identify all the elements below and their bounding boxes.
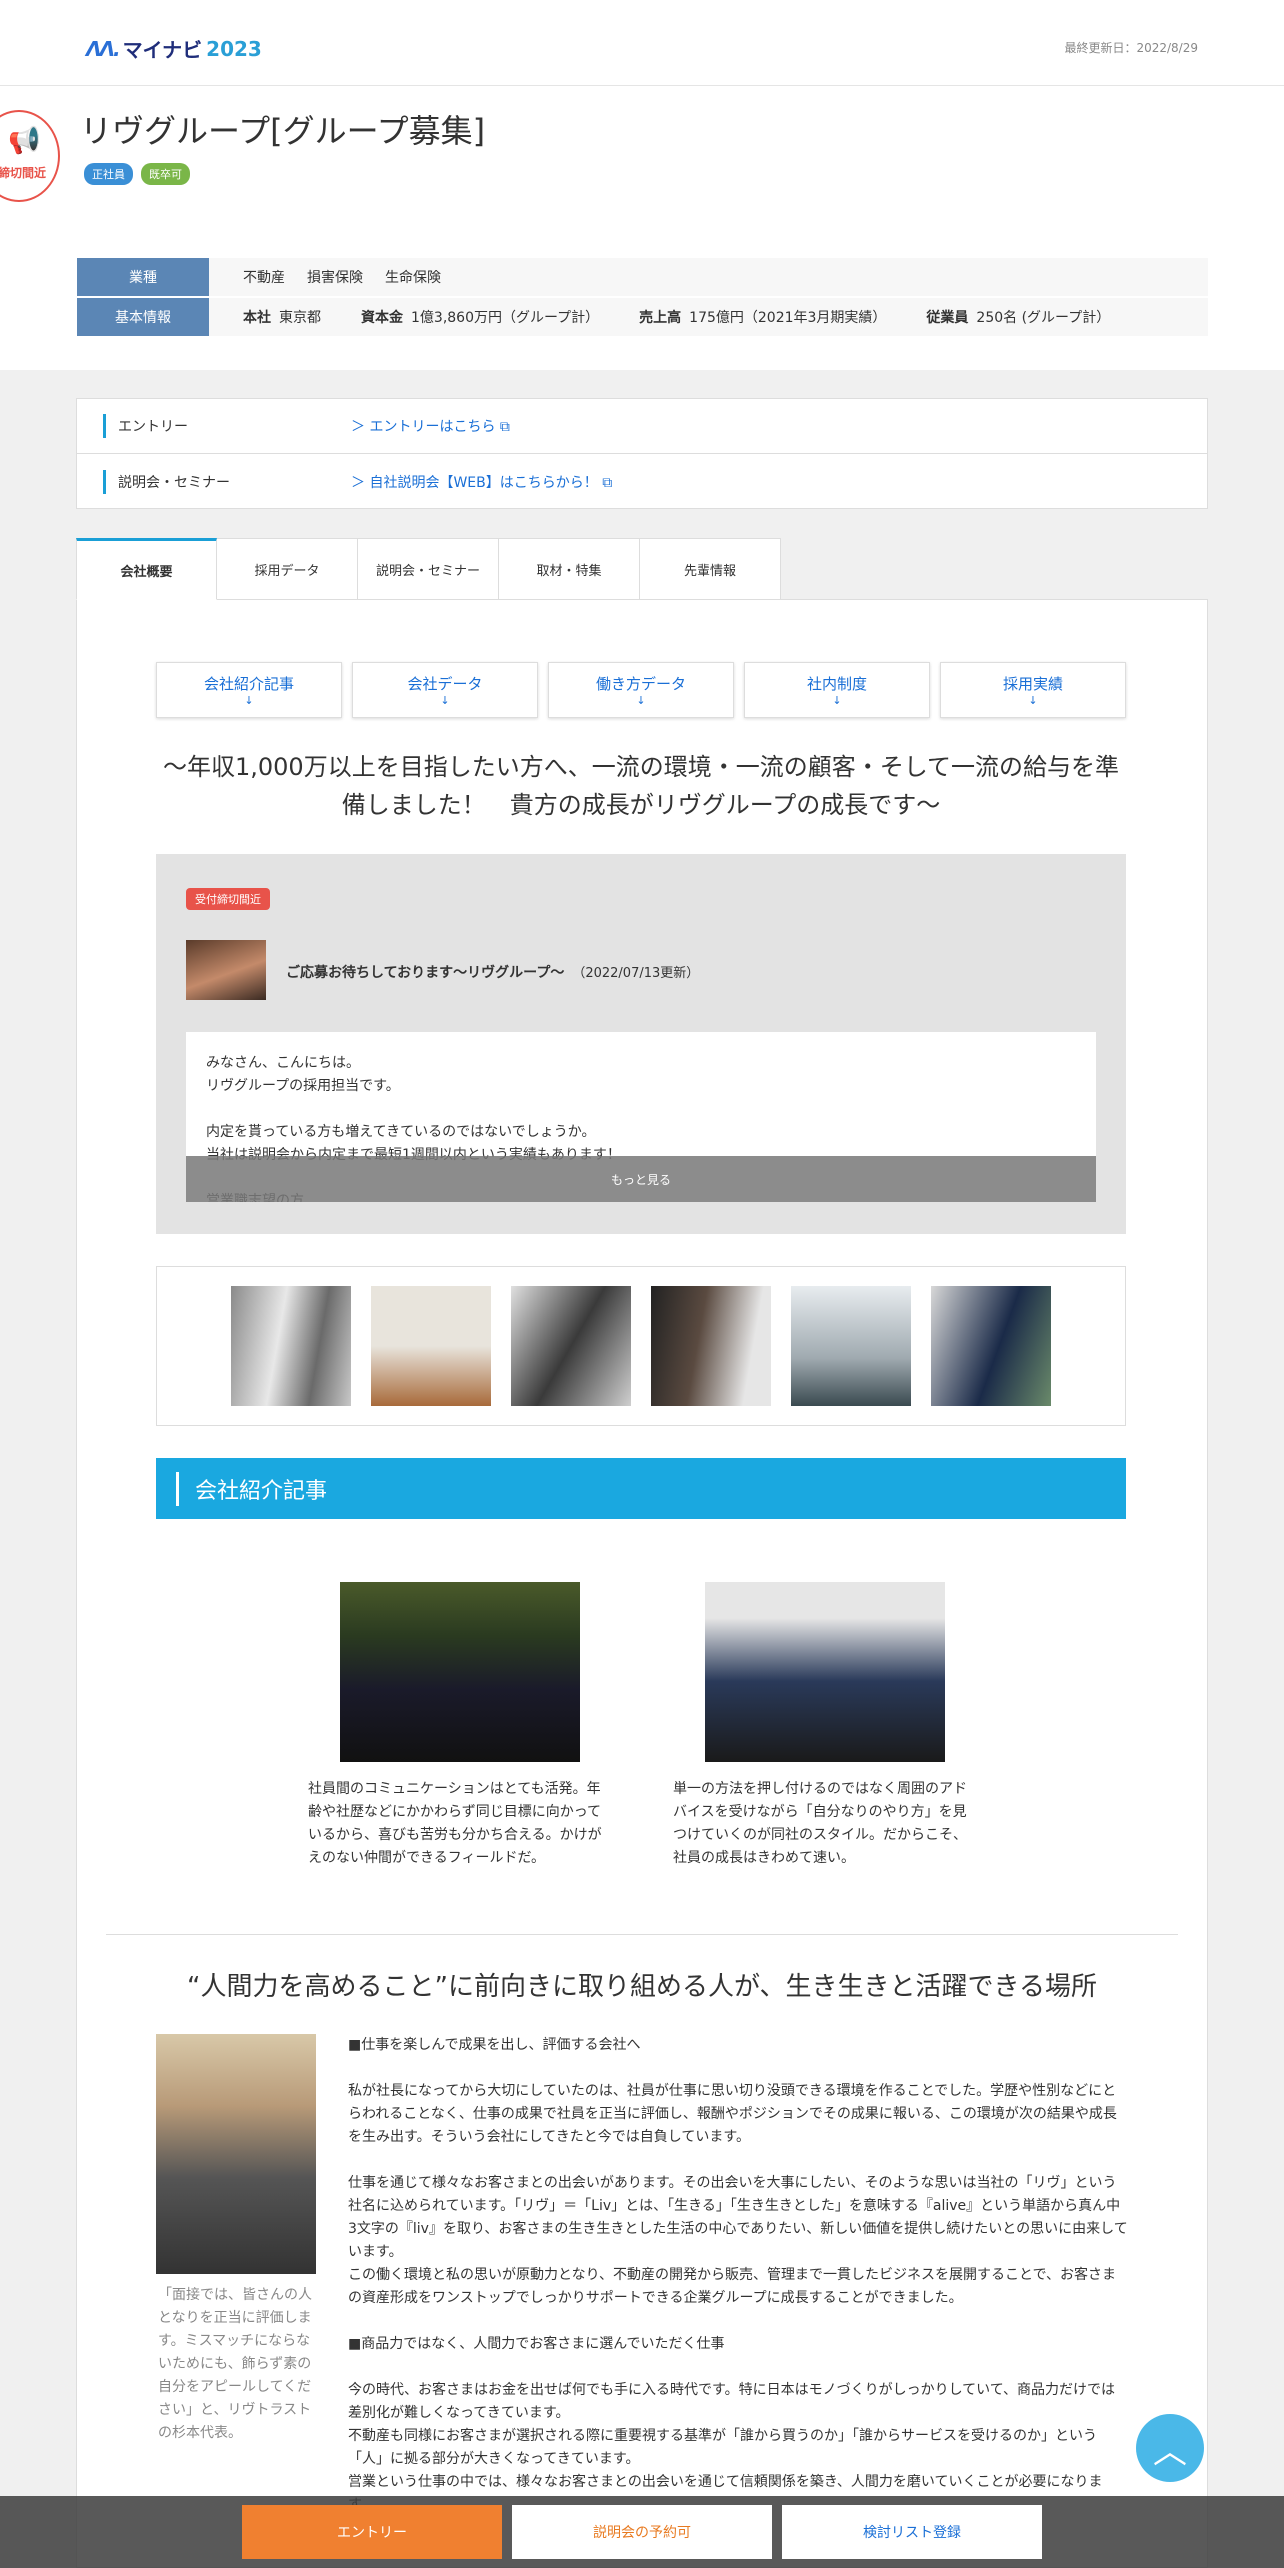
entry-button[interactable]: エントリー — [242, 2505, 502, 2559]
arrow-down-icon: ↓ — [1028, 694, 1038, 707]
arrow-down-icon: ↓ — [244, 694, 254, 707]
tab-seniors[interactable]: 先輩情報 — [640, 538, 781, 600]
job-tags: 正社員 既卒可 — [84, 163, 190, 185]
tab-seminars[interactable]: 説明会・セミナー — [358, 538, 499, 600]
seminar-reserve-button[interactable]: 説明会の予約可 — [512, 2505, 772, 2559]
deadline-badge: 受付締切間近 — [186, 888, 270, 910]
article-card[interactable]: 社員間のコミュニケーションはとても活発。年齢や社歴などにかかわらず同じ目標に向か… — [308, 1582, 608, 1870]
gallery-photo-pc-work[interactable] — [931, 1286, 1051, 1406]
add-to-list-button[interactable]: 検討リスト登録 — [782, 2505, 1042, 2559]
header-divider — [0, 85, 1284, 86]
article-photo-team[interactable] — [340, 1582, 580, 1762]
arrow-down-icon: ↓ — [440, 694, 450, 707]
tag-graduates-ok: 既卒可 — [141, 163, 190, 185]
mynavi-logo[interactable]: ɅɅ. マイナビ 2023 — [86, 34, 262, 63]
industry-item: 損害保険 — [307, 270, 363, 286]
tab-recruit-data[interactable]: 採用データ — [217, 538, 358, 600]
quick-links: エントリー ＞ エントリーはこちら ⧉ 説明会・セミナー ＞ 自社説明会【WEB… — [76, 398, 1208, 509]
photo-gallery — [156, 1266, 1126, 1426]
deadline-stamp-label: 締切間近 — [0, 166, 47, 180]
gallery-photo-desk[interactable] — [651, 1286, 771, 1406]
entry-link[interactable]: ＞ エントリーはこちら ⧉ — [351, 416, 510, 436]
anchor-company-data[interactable]: 会社データ ↓ — [352, 662, 538, 718]
recruiter-avatar — [186, 940, 266, 1000]
bottom-action-bar: エントリー 説明会の予約可 検討リスト登録 — [0, 2496, 1284, 2568]
industry-values: 不動産 損害保険 生命保険 — [209, 267, 441, 287]
chevron-up-icon: ︿ — [1153, 2431, 1187, 2472]
arrow-down-icon: ↓ — [832, 694, 842, 707]
logo-name: マイナビ — [122, 38, 203, 62]
company-tabs: 会社概要 採用データ 説明会・セミナー 取材・特集 先輩情報 — [76, 538, 781, 600]
section-divider — [106, 1934, 1178, 1935]
gallery-photo-meeting[interactable] — [511, 1286, 631, 1406]
tag-fulltime: 正社員 — [84, 163, 133, 185]
last-updated: 最終更新日：2022/8/29 — [1064, 41, 1198, 55]
gallery-photo-building[interactable] — [231, 1286, 351, 1406]
feature-headline: “人間力を高めること”に前向きに取り組める人が、生き生きと活躍できる場所 — [187, 1972, 1097, 2002]
company-name: リヴグループ[グループ募集] — [80, 112, 486, 150]
gallery-photo-office[interactable] — [791, 1286, 911, 1406]
industry-row: 業種 不動産 損害保険 生命保険 — [77, 258, 1208, 296]
anchor-intro-articles[interactable]: 会社紹介記事 ↓ — [156, 662, 342, 718]
tab-company-overview[interactable]: 会社概要 — [76, 538, 217, 600]
recruiter-message: 受付締切間近 ご応募お待ちしております～リヴグループ～ （2022/07/13更新… — [156, 854, 1126, 1234]
entry-link-label: エントリー — [103, 414, 351, 438]
article-text: 社員間のコミュニケーションはとても活発。年齢や社歴などにかかわらず同じ目標に向か… — [308, 1781, 602, 1866]
hq-info: 本社 東京都 — [243, 310, 321, 326]
basic-info-row: 基本情報 本社 東京都 資本金 1億3,860万円（グループ計） 売上高 175億円（… — [77, 298, 1208, 336]
tab-features[interactable]: 取材・特集 — [499, 538, 640, 600]
article-card[interactable]: 単一の方法を押し付けるのではなく周囲のアドバイスを受けながら「自分なりのやり方」… — [673, 1582, 973, 1870]
message-title: ご応募お待ちしております～リヴグループ～ （2022/07/13更新） — [286, 965, 700, 981]
message-date: （2022/07/13更新） — [572, 966, 700, 981]
article-photo-employee[interactable] — [705, 1582, 945, 1762]
header: ɅɅ. マイナビ 2023 最終更新日：2022/8/29 📢 締切間近 リヴグ… — [0, 0, 1284, 370]
read-more-button[interactable]: もっと見る — [186, 1156, 1096, 1202]
entry-link-row: エントリー ＞ エントリーはこちら ⧉ — [77, 399, 1207, 454]
anchor-internal-system[interactable]: 社内制度 ↓ — [744, 662, 930, 718]
industry-item: 生命保険 — [385, 270, 441, 286]
section-header-intro: 会社紹介記事 — [156, 1458, 1126, 1519]
logo-year: 2023 — [206, 36, 262, 61]
back-to-top-button[interactable]: ︿ — [1136, 2414, 1204, 2482]
feature-body: ■仕事を楽しんで成果を出し、評価する会社へ 私が社長になってから大切にしていたの… — [348, 2037, 1128, 2513]
seminar-link-row: 説明会・セミナー ＞ 自社説明会【WEB】はこちらから！ ⧉ — [77, 454, 1207, 509]
deadline-stamp: 📢 締切間近 — [0, 110, 60, 202]
anchor-nav: 会社紹介記事 ↓ 会社データ ↓ 働き方データ ↓ 社内制度 ↓ 採用実績 ↓ — [156, 662, 1126, 718]
industry-label: 業種 — [77, 258, 209, 296]
employees-info: 従業員 250名 (グループ計） — [926, 310, 1111, 326]
article-text: 単一の方法を押し付けるのではなく周囲のアドバイスを受けながら「自分なりのやり方」… — [673, 1781, 967, 1866]
industry-item: 不動産 — [243, 270, 285, 286]
basic-info-label: 基本情報 — [77, 298, 209, 336]
seminar-link-label: 説明会・セミナー — [103, 469, 351, 494]
catch-copy: ～年収1,000万以上を目指したい方へ、一流の環境・一流の顧客・そして一流の給与… — [163, 753, 1119, 819]
megaphone-icon: 📢 — [8, 126, 41, 156]
sales-info: 売上高 175億円（2021年3月期実績） — [639, 310, 887, 326]
ceo-caption: 「面接では、皆さんの人となりを正当に評価します。ミスマッチにならないためにも、飾… — [158, 2287, 312, 2441]
capital-info: 資本金 1億3,860万円（グループ計） — [361, 310, 600, 326]
gallery-photo-room[interactable] — [371, 1286, 491, 1406]
anchor-workstyle-data[interactable]: 働き方データ ↓ — [548, 662, 734, 718]
ceo-photo — [156, 2034, 316, 2274]
arrow-down-icon: ↓ — [636, 694, 646, 707]
logo-mark: ɅɅ. — [86, 36, 121, 61]
seminar-link[interactable]: ＞ 自社説明会【WEB】はこちらから！ ⧉ — [351, 472, 612, 492]
anchor-hiring-record[interactable]: 採用実績 ↓ — [940, 662, 1126, 718]
basic-info-values: 本社 東京都 資本金 1億3,860万円（グループ計） 売上高 175億円（2021年… — [209, 307, 1110, 327]
message-body-box: みなさん、こんにちは。 リヴグループの採用担当です。 内定を貰っている方も増えて… — [186, 1032, 1096, 1202]
